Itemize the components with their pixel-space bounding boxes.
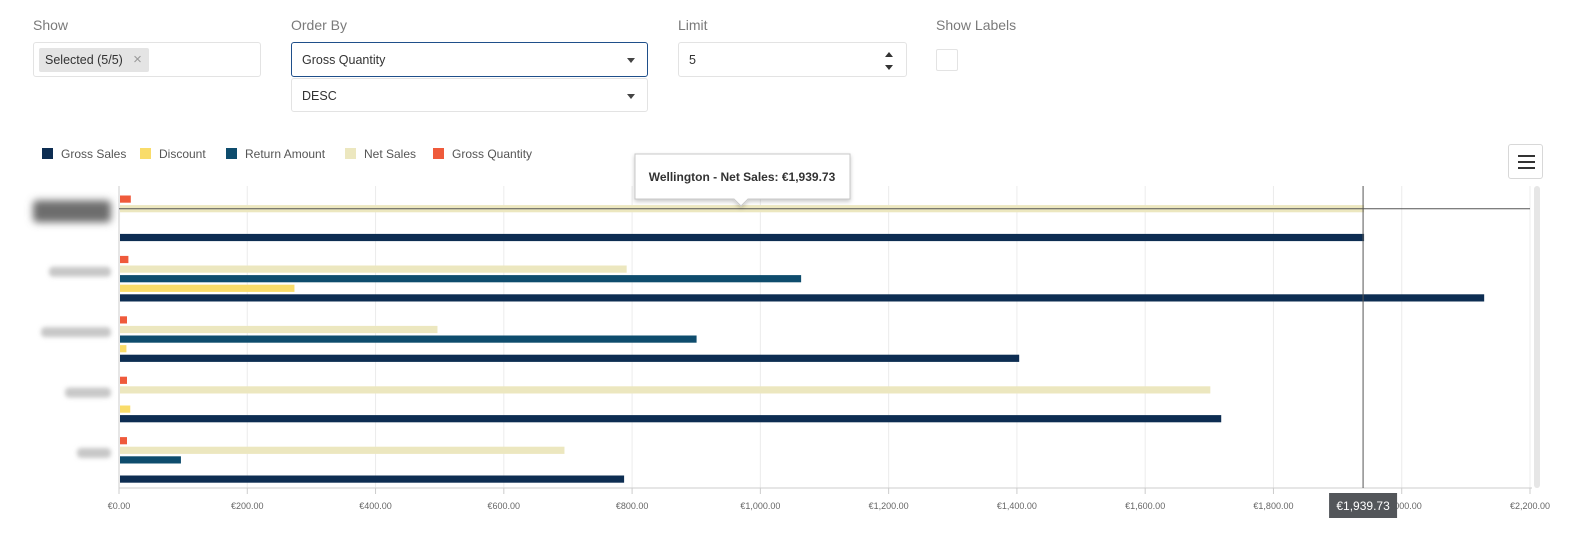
bar-return-amount[interactable] [120, 335, 697, 343]
category-label-blurred [77, 447, 111, 458]
legend-item[interactable]: Gross Quantity [433, 147, 532, 161]
legend-item[interactable]: Gross Sales [42, 147, 126, 161]
legend-label: Gross Quantity [452, 147, 532, 161]
legend-swatch [226, 148, 237, 159]
category-label-blurred [41, 327, 111, 338]
bar-return-amount[interactable] [120, 456, 181, 464]
bar-discount[interactable] [120, 345, 127, 353]
legend-swatch [433, 148, 444, 159]
x-tick-label: €1,200.00 [869, 501, 909, 511]
legend-label: Gross Sales [61, 147, 126, 161]
bar-gross-sales[interactable] [120, 294, 1485, 302]
legend-label: Discount [159, 147, 206, 161]
category-label-blurred [49, 266, 111, 277]
x-tick-label: €1,600.00 [1125, 501, 1165, 511]
bar-net-sales[interactable] [120, 325, 438, 334]
bar-gross-sales[interactable] [120, 233, 1365, 242]
bar-gross-sales[interactable] [120, 415, 1222, 423]
bar-gross-quantity[interactable] [120, 255, 129, 264]
bar-net-sales[interactable] [120, 386, 1211, 394]
category-label-blurred [65, 387, 111, 398]
crosshair-label: €1,939.73 [1336, 499, 1390, 513]
bar-discount[interactable] [120, 284, 295, 292]
legend-label: Net Sales [364, 147, 416, 161]
bar-chart: Gross Sales Discount Return Amount Net Sale… [33, 147, 1550, 518]
x-tick-label: €400.00 [359, 501, 392, 511]
x-tick-label: €800.00 [616, 501, 649, 511]
legend-item[interactable]: Return Amount [226, 147, 326, 161]
bar-gross-quantity[interactable] [120, 376, 127, 384]
x-tick-label: €1,000.00 [740, 501, 780, 511]
x-tick-label: €1,800.00 [1253, 501, 1293, 511]
legend-label: Return Amount [245, 147, 326, 161]
bar-gross-sales[interactable] [120, 354, 1020, 362]
tooltip-text: Wellington - Net Sales: €1,939.73 [649, 170, 836, 184]
bar-net-sales[interactable] [120, 265, 627, 273]
plot-scrollbar[interactable] [1534, 186, 1540, 488]
bar-gross-quantity[interactable] [120, 316, 127, 324]
bar-discount[interactable] [120, 405, 131, 413]
x-tick-label: €1,400.00 [997, 501, 1037, 511]
x-tick-label: €600.00 [488, 501, 521, 511]
legend-swatch [42, 148, 53, 159]
bar-net-sales[interactable] [120, 446, 565, 454]
tooltip: Wellington - Net Sales: €1,939.73 [634, 153, 851, 207]
bar-return-amount[interactable] [120, 275, 802, 283]
bar-gross-quantity[interactable] [120, 437, 127, 445]
legend-swatch [140, 148, 151, 159]
legend-item[interactable]: Discount [140, 147, 206, 161]
x-tick-label: €200.00 [231, 501, 264, 511]
legend-swatch [345, 148, 356, 159]
legend-item[interactable]: Net Sales [345, 147, 416, 161]
x-tick-label: €2,200.00 [1510, 501, 1550, 511]
category-label-blurred [33, 200, 111, 223]
x-tick-label: €0.00 [108, 501, 131, 511]
bar-gross-quantity[interactable] [120, 195, 131, 203]
bar-gross-sales[interactable] [120, 475, 625, 483]
